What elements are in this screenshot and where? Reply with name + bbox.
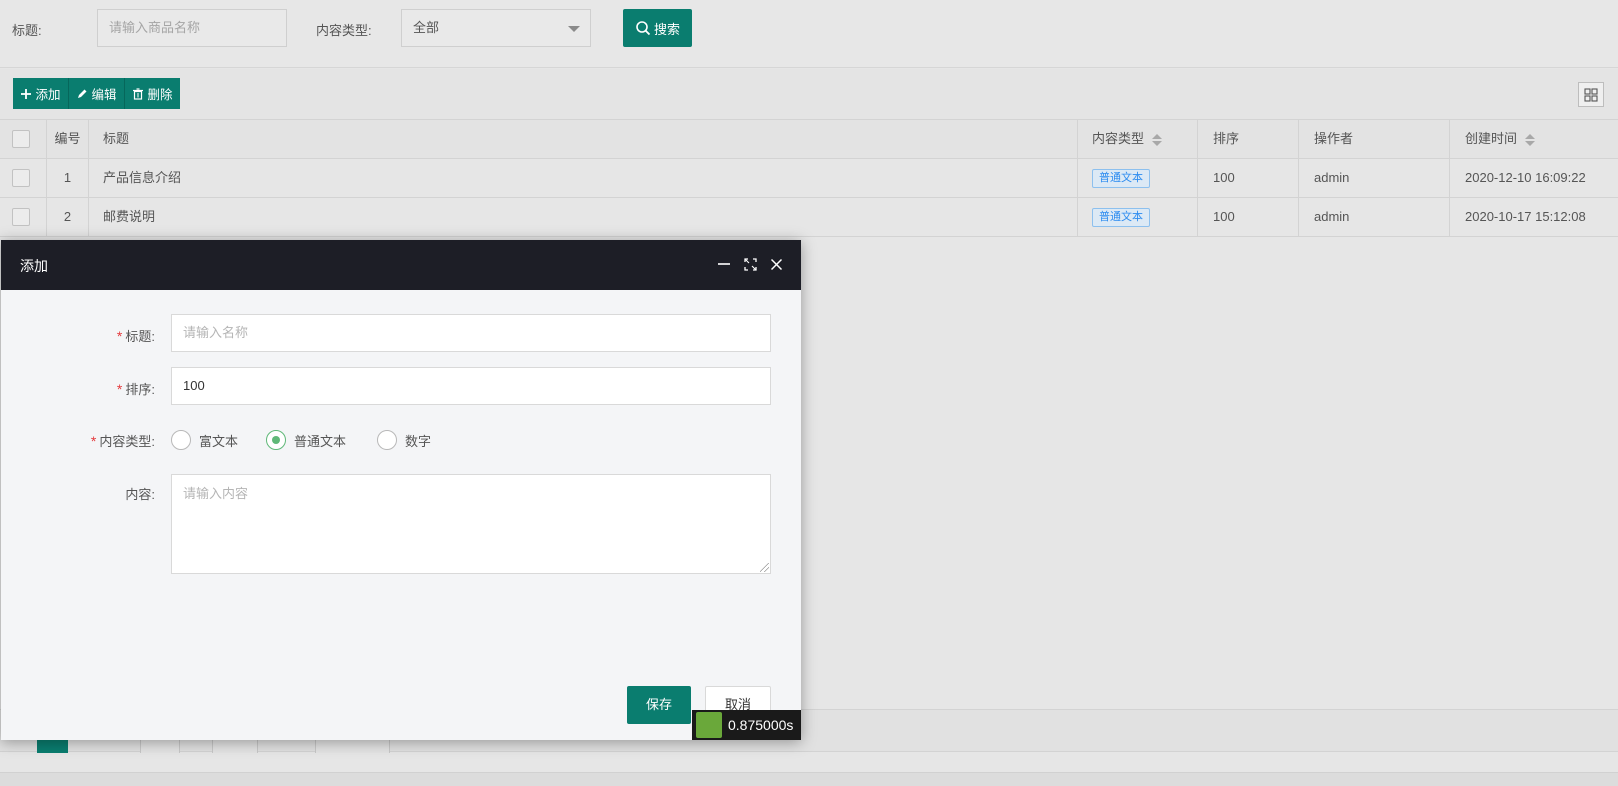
header-title: 标题 xyxy=(88,120,1077,158)
header-created[interactable]: 创建时间 xyxy=(1449,120,1618,158)
radio-circle xyxy=(171,430,191,450)
dialog-title: 添加 xyxy=(20,258,48,274)
timer-text: 0.875000s xyxy=(728,717,794,733)
row-checkbox[interactable] xyxy=(12,208,30,226)
row-id: 2 xyxy=(46,198,88,236)
add-button-label: 添加 xyxy=(35,88,61,102)
row-type-cell: 普通文本 xyxy=(1077,159,1197,197)
row-id: 1 xyxy=(46,159,88,197)
row-type-cell: 普通文本 xyxy=(1077,198,1197,236)
radio-label: 普通文本 xyxy=(294,433,347,449)
form-content-label: 内容: xyxy=(125,487,155,502)
select-all-cell xyxy=(0,120,46,158)
radio-number[interactable]: 数字 xyxy=(377,430,431,450)
edit-button[interactable]: 编辑 xyxy=(69,78,125,109)
form-type-label: * 内容类型: xyxy=(91,431,155,450)
radio-circle xyxy=(266,430,286,450)
required-mark: * xyxy=(116,328,123,344)
row-checkbox[interactable] xyxy=(12,169,30,187)
toolbar: 添加 编辑 删除 xyxy=(0,69,1618,119)
header-id: 编号 xyxy=(46,120,88,158)
table-row[interactable]: 1 产品信息介绍 普通文本 100 admin 2020-12-10 16:09… xyxy=(0,159,1618,198)
header-operator: 操作者 xyxy=(1298,120,1449,158)
pencil-icon xyxy=(78,89,87,98)
radio-rich-text[interactable]: 富文本 xyxy=(171,430,238,450)
dialog-header: 添加 xyxy=(1,240,801,290)
search-icon xyxy=(636,21,651,36)
content-type-tag: 普通文本 xyxy=(1092,208,1150,228)
minimize-icon[interactable] xyxy=(715,255,733,273)
type-filter-label: 内容类型: xyxy=(316,23,372,38)
form-title-label: * 标题: xyxy=(117,326,155,345)
delete-button-label: 删除 xyxy=(147,88,173,102)
content-textarea[interactable]: 请输入内容 xyxy=(171,474,771,574)
header-sort: 排序 xyxy=(1197,120,1298,158)
logo-icon xyxy=(696,712,722,738)
search-button-label: 搜索 xyxy=(653,21,680,37)
required-mark: * xyxy=(116,381,123,397)
save-button[interactable]: 保存 xyxy=(627,686,691,724)
title-filter-label: 标题: xyxy=(12,23,42,38)
plus-icon xyxy=(21,88,32,99)
delete-button[interactable]: 删除 xyxy=(125,78,180,109)
table-header-row: 编号 标题 内容类型 排序 操作者 创建时间 xyxy=(0,119,1618,159)
form-sort-label: * 排序: xyxy=(117,379,155,398)
data-table: 编号 标题 内容类型 排序 操作者 创建时间 1 产品信息介绍 普通文本 100… xyxy=(0,119,1618,237)
add-button[interactable]: 添加 xyxy=(13,78,69,109)
resize-handle[interactable] xyxy=(760,563,769,572)
edit-button-label: 编辑 xyxy=(91,88,117,102)
header-created-label: 创建时间 xyxy=(1465,131,1518,146)
required-mark: * xyxy=(90,433,97,449)
table-row[interactable]: 2 邮费说明 普通文本 100 admin 2020-10-17 15:12:0… xyxy=(0,198,1618,237)
form-sort-label-text: 排序: xyxy=(125,382,155,397)
add-dialog: 添加 * 标题: 请输入名称 * 排序: 100 * 内容类型: 富文本 普通文… xyxy=(1,240,801,740)
radio-label: 数字 xyxy=(405,433,432,449)
chevron-down-icon xyxy=(568,26,580,32)
row-select-cell xyxy=(0,198,46,236)
type-filter-value: 全部 xyxy=(413,20,440,35)
columns-icon xyxy=(1584,87,1598,102)
type-filter-select[interactable]: 全部 xyxy=(401,9,591,47)
sort-icon[interactable] xyxy=(1152,133,1163,146)
radio-circle xyxy=(377,430,397,450)
trash-icon xyxy=(133,87,144,100)
form-title-label-text: 标题: xyxy=(125,329,155,344)
row-select-cell xyxy=(0,159,46,197)
row-title: 邮费说明 xyxy=(88,198,1077,236)
row-title: 产品信息介绍 xyxy=(88,159,1077,197)
bottom-scroll-area xyxy=(0,772,1618,786)
row-created: 2020-10-17 15:12:08 xyxy=(1449,198,1618,236)
maximize-icon[interactable] xyxy=(741,255,759,273)
form-type-label-text: 内容类型: xyxy=(99,434,155,449)
radio-label: 富文本 xyxy=(199,433,239,449)
timer-badge: 0.875000s xyxy=(692,710,801,740)
content-placeholder: 请输入内容 xyxy=(183,486,249,501)
column-toggle-button[interactable] xyxy=(1578,82,1604,107)
row-sort: 100 xyxy=(1197,159,1298,197)
sort-input[interactable]: 100 xyxy=(171,367,771,405)
row-created: 2020-12-10 16:09:22 xyxy=(1449,159,1618,197)
row-operator: admin xyxy=(1298,198,1449,236)
title-input[interactable]: 请输入名称 xyxy=(171,314,771,352)
select-all-checkbox[interactable] xyxy=(12,130,30,148)
radio-plain-text[interactable]: 普通文本 xyxy=(266,430,346,450)
title-filter-input[interactable]: 请输入商品名称 xyxy=(97,9,287,47)
header-type[interactable]: 内容类型 xyxy=(1077,120,1197,158)
row-sort: 100 xyxy=(1197,198,1298,236)
sort-icon[interactable] xyxy=(1525,133,1536,146)
search-button[interactable]: 搜索 xyxy=(623,9,692,47)
content-type-tag: 普通文本 xyxy=(1092,169,1150,189)
row-operator: admin xyxy=(1298,159,1449,197)
header-type-label: 内容类型 xyxy=(1092,131,1145,146)
close-icon[interactable] xyxy=(767,255,785,273)
search-bar: 标题: 请输入商品名称 内容类型: 全部 搜索 xyxy=(0,0,1618,68)
